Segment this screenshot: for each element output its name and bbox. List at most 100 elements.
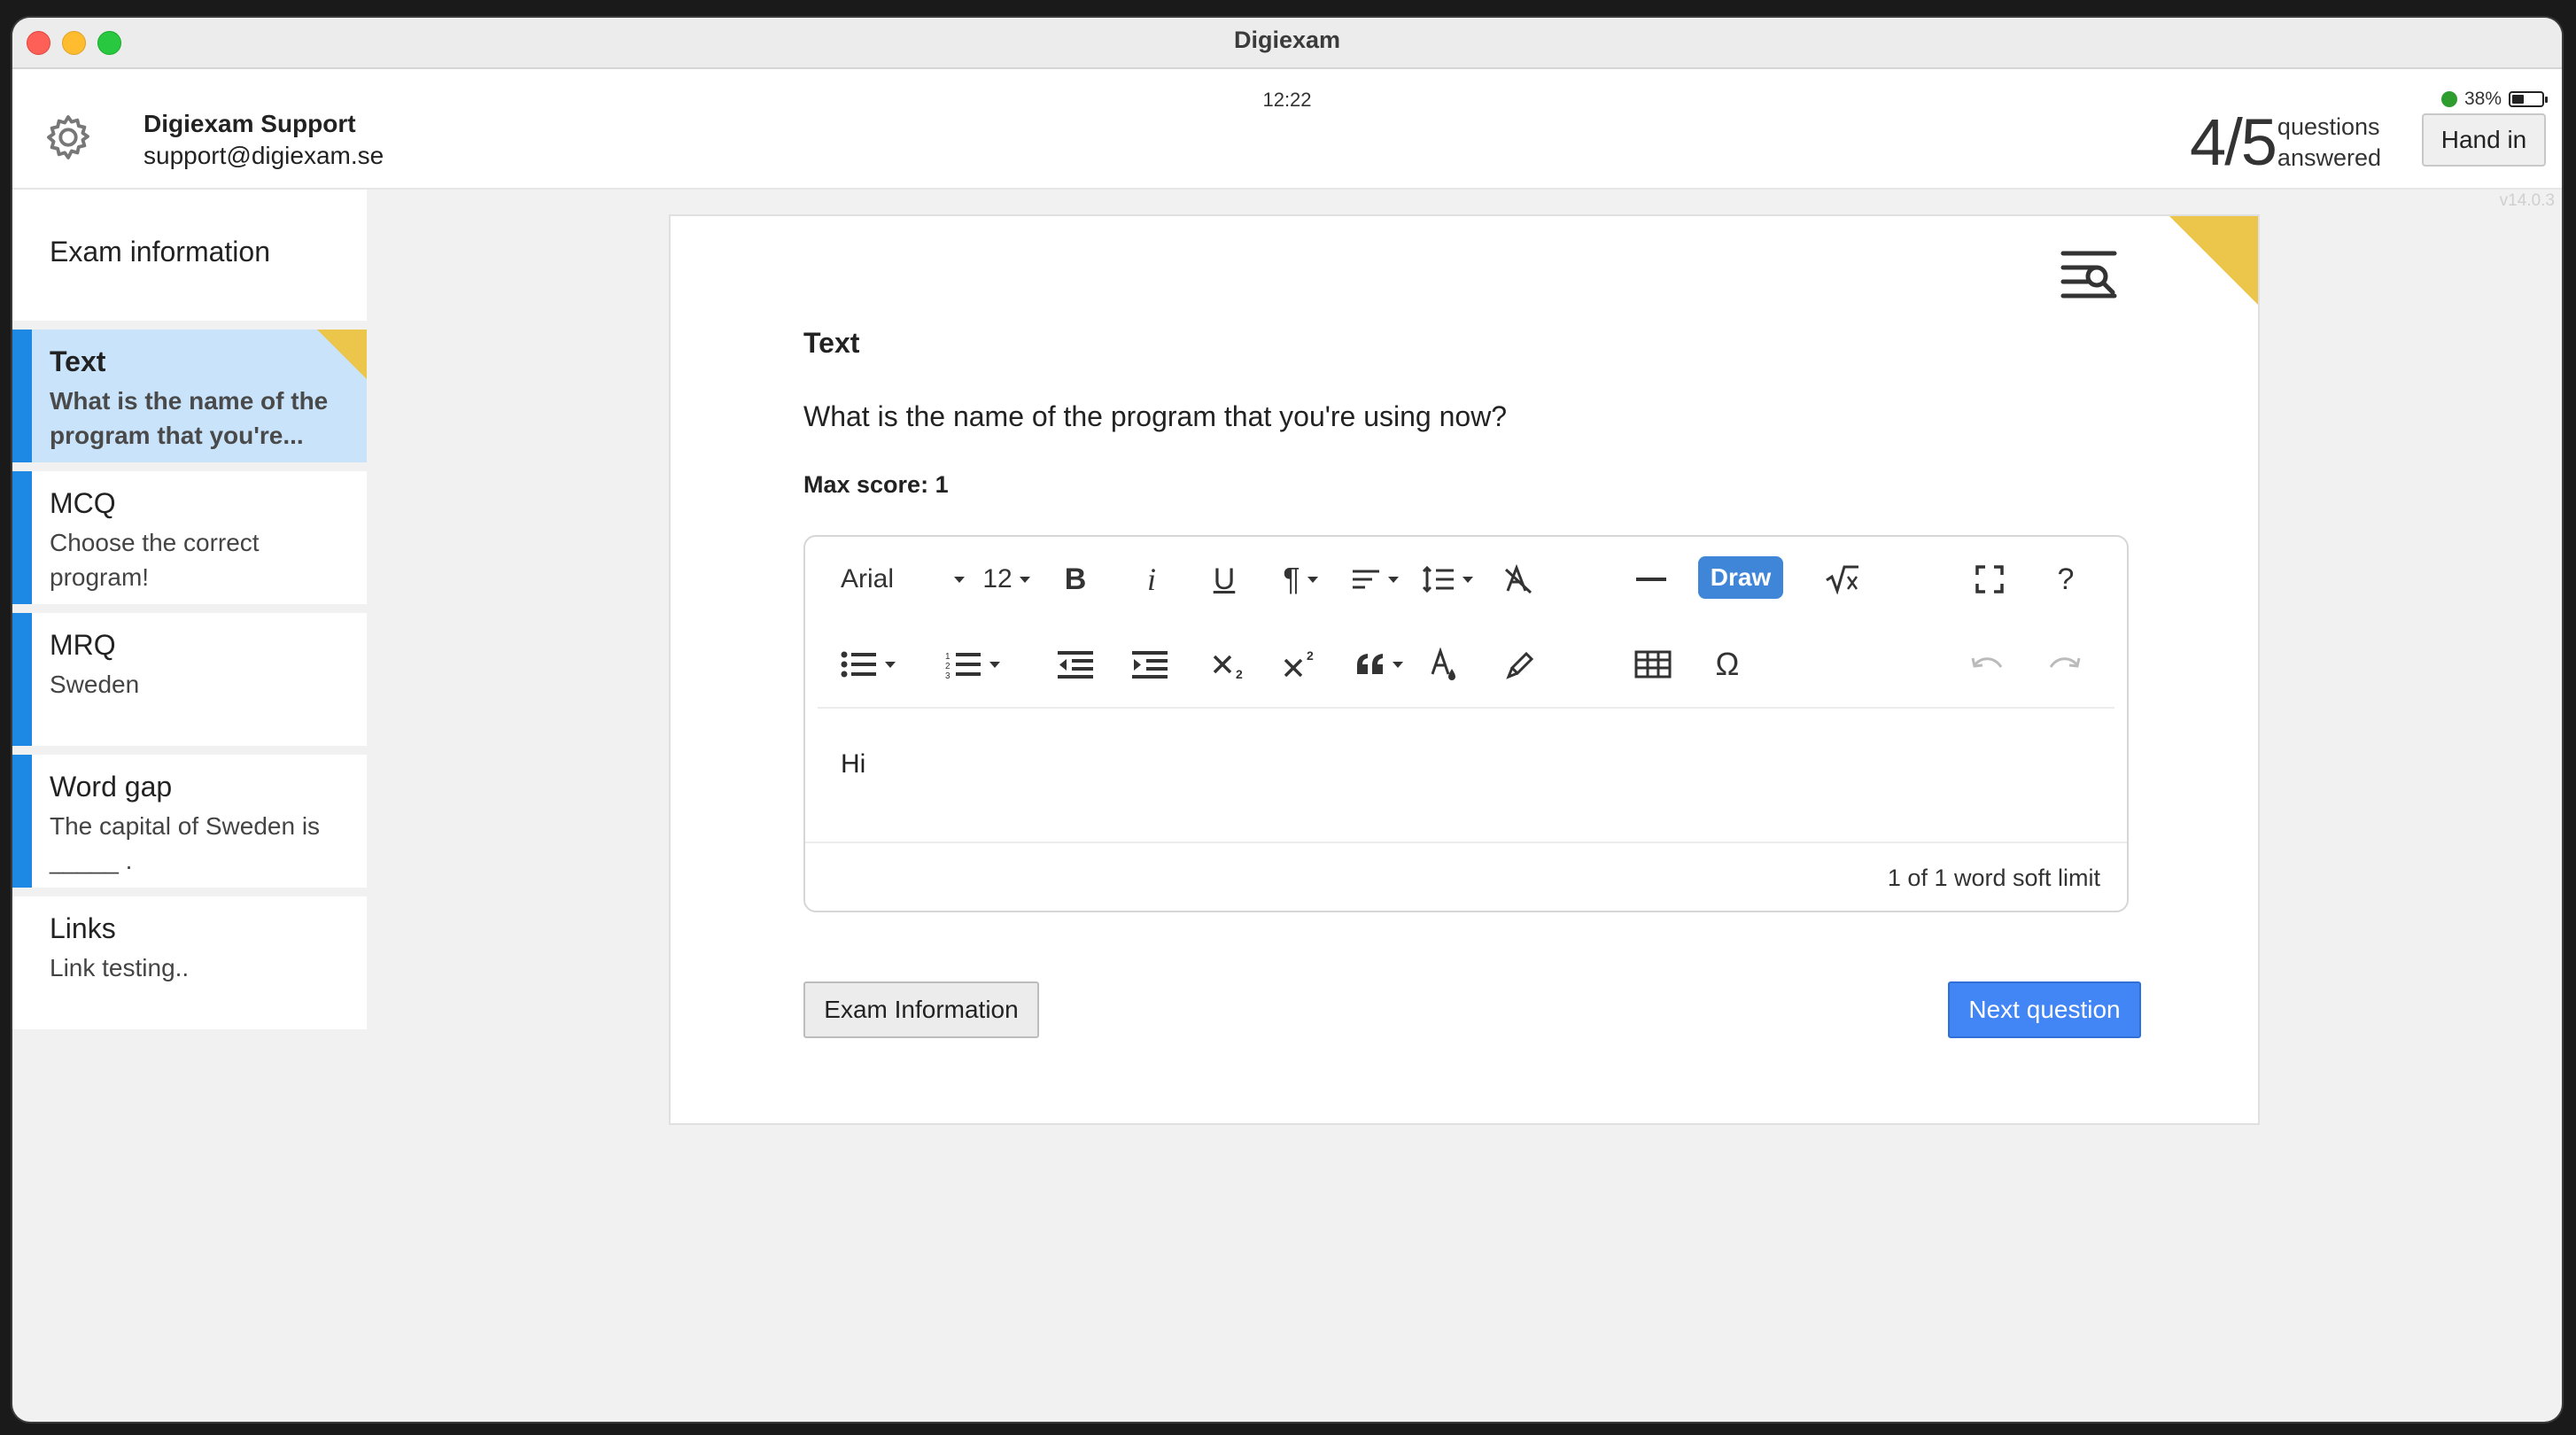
bold-button[interactable]: B xyxy=(1053,560,1098,599)
font-family-select[interactable]: Arial xyxy=(841,560,965,599)
draw-button[interactable]: Draw xyxy=(1698,556,1783,599)
sidebar-question-links[interactable]: Links Link testing.. xyxy=(12,896,367,1029)
line-height-button[interactable] xyxy=(1416,560,1478,599)
increase-indent-button[interactable] xyxy=(1128,645,1172,684)
answer-text-area[interactable]: Hi xyxy=(841,749,865,780)
header: 12:22 38% Digiexam Support support@digie… xyxy=(12,69,2562,190)
battery-percentage: 38% xyxy=(2463,89,2502,109)
gear-icon[interactable] xyxy=(43,112,94,163)
subscript-button[interactable]: 2 xyxy=(1207,645,1252,684)
quote-button[interactable] xyxy=(1346,645,1413,684)
text-search-icon[interactable] xyxy=(2060,248,2120,305)
align-button[interactable] xyxy=(1344,560,1406,599)
font-size-value: 12 xyxy=(982,564,1013,593)
font-size-select[interactable]: 12 xyxy=(975,560,1037,599)
undo-button[interactable] xyxy=(1966,645,2010,684)
version-label: v14.0.3 xyxy=(2499,191,2555,210)
fullscreen-icon xyxy=(1975,565,2004,593)
user-email: support@digiexam.se xyxy=(144,142,384,169)
question-item-title: MRQ xyxy=(50,629,116,661)
superscript-button[interactable]: 2 xyxy=(1278,645,1323,684)
highlighter-icon xyxy=(1506,651,1534,679)
font-family-value: Arial xyxy=(841,564,895,593)
question-item-title: Word gap xyxy=(50,771,173,803)
superscript-icon: 2 xyxy=(1284,649,1314,678)
square-root-icon xyxy=(1826,565,1858,594)
sidebar-question-word-gap[interactable]: Word gap The capital of Sweden is _____ … xyxy=(12,755,367,888)
question-sidebar: Exam information Text What is the name o… xyxy=(12,190,367,1029)
svg-text:2: 2 xyxy=(1236,667,1243,679)
app-window: Digiexam 12:22 38% Digiexam Support supp… xyxy=(12,18,2562,1422)
question-card: Text What is the name of the program tha… xyxy=(669,214,2260,1125)
help-button[interactable]: ? xyxy=(2044,560,2088,599)
battery-status: 38% xyxy=(2440,89,2548,110)
question-type-heading: Text xyxy=(803,327,860,359)
subscript-icon: 2 xyxy=(1213,655,1243,679)
question-item-subtitle: Choose the correct program! xyxy=(50,529,260,591)
insert-table-button[interactable] xyxy=(1631,645,1675,684)
line-height-icon xyxy=(1422,566,1454,593)
decrease-indent-button[interactable] xyxy=(1053,645,1098,684)
svg-text:1: 1 xyxy=(945,652,950,662)
sidebar-question-text[interactable]: Text What is the name of the program tha… xyxy=(12,330,367,462)
battery-icon xyxy=(2509,91,2548,107)
sidebar-question-mrq[interactable]: MRQ Sweden xyxy=(12,613,367,746)
indent-icon xyxy=(1132,651,1168,679)
word-count: 1 of 1 word soft limit xyxy=(1887,865,2100,891)
special-character-button[interactable]: Ω xyxy=(1705,645,1750,684)
text-color-icon xyxy=(1431,648,1455,680)
connection-status-icon xyxy=(2440,91,2457,107)
max-score: Max score: 1 xyxy=(803,471,949,498)
question-item-subtitle: The capital of Sweden is _____ . xyxy=(50,812,321,874)
outdent-icon xyxy=(1058,651,1093,679)
redo-button[interactable] xyxy=(2042,645,2086,684)
svg-text:2: 2 xyxy=(1307,649,1314,663)
title-bar: Digiexam xyxy=(12,18,2562,69)
highlight-button[interactable] xyxy=(1498,645,1542,684)
user-name: Digiexam Support xyxy=(144,110,356,137)
answered-label: questions answered xyxy=(2277,112,2381,174)
question-item-title: Text xyxy=(50,345,106,377)
undo-icon xyxy=(1971,657,2003,668)
bullet-list-button[interactable] xyxy=(841,645,929,684)
answered-progress: 4/5 questions answered xyxy=(2190,110,2381,175)
redo-icon xyxy=(2049,657,2081,668)
question-item-subtitle: Link testing.. xyxy=(50,954,190,981)
question-item-subtitle: What is the name of the program that you… xyxy=(50,387,329,449)
svg-text:3: 3 xyxy=(945,671,950,679)
math-formula-button[interactable] xyxy=(1820,560,1865,599)
horizontal-line-icon xyxy=(1636,578,1666,581)
flag-corner[interactable] xyxy=(2169,216,2258,305)
clock: 12:22 xyxy=(1262,89,1312,111)
next-question-button[interactable]: Next question xyxy=(1948,981,2141,1038)
answered-label-line2: answered xyxy=(2277,144,2381,171)
question-text: What is the name of the program that you… xyxy=(803,400,1508,432)
numbered-list-button[interactable]: 123 xyxy=(945,645,1034,684)
clear-format-icon xyxy=(1504,564,1532,594)
numbered-list-icon: 123 xyxy=(945,652,981,679)
exam-information-button[interactable]: Exam Information xyxy=(803,981,1039,1038)
bullet-list-icon xyxy=(841,651,876,678)
paragraph-label: ¶ xyxy=(1283,561,1300,597)
sidebar-exam-information[interactable]: Exam information xyxy=(12,190,367,321)
answered-label-line1: questions xyxy=(2277,113,2380,140)
toolbar-divider xyxy=(818,707,2114,709)
underline-button[interactable]: U xyxy=(1202,560,1246,599)
fullscreen-button[interactable] xyxy=(1967,560,2012,599)
table-icon xyxy=(1634,650,1672,679)
clear-formatting-button[interactable] xyxy=(1496,560,1540,599)
sidebar-question-mcq[interactable]: MCQ Choose the correct program! xyxy=(12,471,367,604)
question-item-title: Links xyxy=(50,912,116,944)
answered-count: 4/5 xyxy=(2190,105,2277,179)
italic-button[interactable]: i xyxy=(1129,560,1174,599)
quote-icon xyxy=(1357,654,1383,674)
horizontal-line-button[interactable] xyxy=(1629,560,1673,599)
align-left-icon xyxy=(1353,570,1379,589)
editor-footer-divider xyxy=(805,842,2127,843)
window-title: Digiexam xyxy=(1233,27,1341,53)
question-item-title: MCQ xyxy=(50,487,116,519)
paragraph-format-button[interactable]: ¶ xyxy=(1271,560,1330,599)
hand-in-button[interactable]: Hand in xyxy=(2422,113,2546,167)
text-color-button[interactable] xyxy=(1422,645,1466,684)
answer-editor: Arial 12 B i U ¶ Draw ? 1 2 3 2 2 Ω Hi 1… xyxy=(803,535,2129,912)
